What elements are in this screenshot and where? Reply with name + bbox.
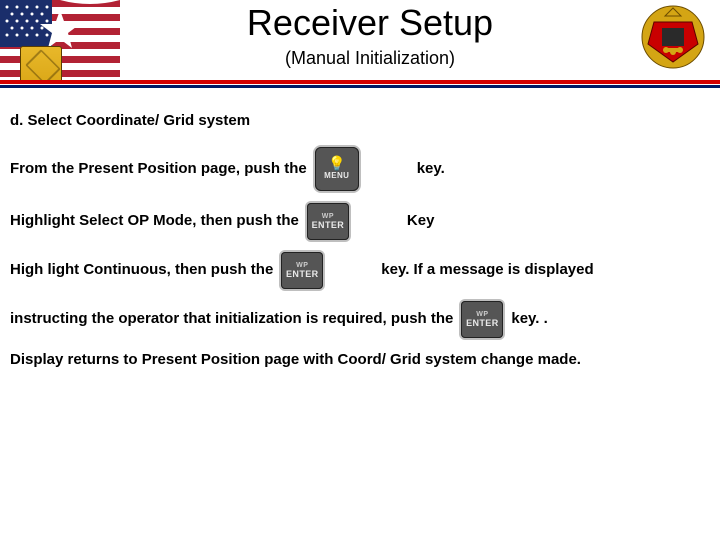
key-label-top: WP [476,311,488,318]
key-label-bottom: ENTER [466,319,499,328]
instruction-line-5: Display returns to Present Position page… [10,350,710,370]
key-label-top: WP [296,262,308,269]
page-title: Receiver Setup [120,2,620,44]
text: key. If a message is displayed [381,260,593,280]
instruction-line-4: instructing the operator that initializa… [10,301,710,338]
content-area: d. Select Coordinate/ Grid system From t… [10,112,710,382]
enter-key-icon: WP ENTER [307,203,349,240]
text: key. [417,159,445,179]
enter-key-icon: WP ENTER [461,301,503,338]
key-label-top: WP [322,213,334,220]
text: Display returns to Present Position page… [10,350,581,370]
slide-header: Receiver Setup (Manual Initialization) [0,0,720,95]
key-label-bottom: ENTER [312,221,345,230]
text: key. . [511,309,547,329]
text: From the Present Position page, push the [10,159,307,179]
header-divider [0,80,720,90]
text: Highlight Select OP Mode, then push the [10,211,299,231]
text: High light Continuous, then push the [10,260,273,280]
key-label: MENU [324,171,349,182]
enter-key-icon: WP ENTER [281,252,323,289]
text: Key [407,211,435,231]
section-heading: d. Select Coordinate/ Grid system [10,112,710,129]
key-label-bottom: ENTER [286,270,319,279]
instruction-line-3: High light Continuous, then push the WP … [10,252,710,289]
lightbulb-icon: 💡 [328,156,345,170]
instruction-line-2: Highlight Select OP Mode, then push the … [10,203,710,240]
instruction-line-1: From the Present Position page, push the… [10,147,710,191]
unit-crest-right-icon [640,4,706,70]
page-subtitle: (Manual Initialization) [120,48,620,69]
text: instructing the operator that initializa… [10,309,453,329]
menu-key-icon: 💡 MENU [315,147,359,191]
